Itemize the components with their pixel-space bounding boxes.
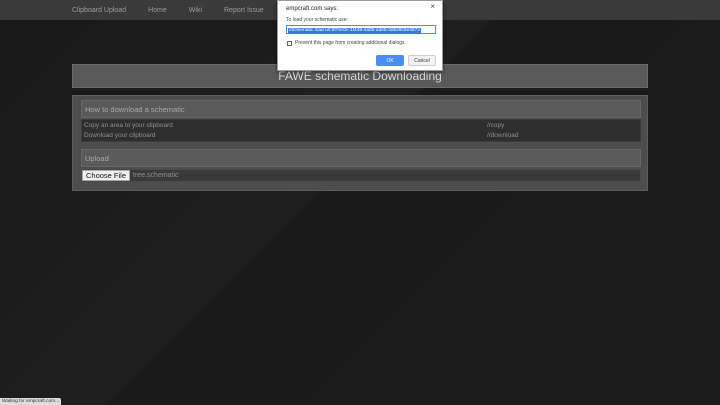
ok-button[interactable]: OK [376,55,404,66]
nav-report-issue[interactable]: Report Issue [224,7,264,14]
nav-clipboard-upload[interactable]: Clipboard Upload [72,7,126,14]
howto-heading: How to download a schematic [81,100,641,118]
content-panel: How to download a schematic Copy an area… [72,95,648,191]
selected-file-name: tree.schematic [133,172,179,179]
prevent-dialogs-checkbox-row[interactable]: Prevent this page from creating addition… [287,40,406,46]
howto-step-command: //download [487,132,519,139]
upload-heading: Upload [81,149,641,167]
nav-wiki[interactable]: Wiki [189,7,202,14]
list-item: Copy an area to your clipboard //copy [84,121,638,131]
dialog-input-selected-text: //schematic load url:9f7ec0c-1f449-4a05-… [288,28,421,34]
status-bar: Waiting for empcraft.com... [0,398,62,405]
list-item: Download your clipboard //download [84,131,638,141]
prevent-dialogs-checkbox[interactable] [287,40,292,46]
close-icon[interactable]: × [430,3,435,11]
howto-step-command: //copy [487,122,505,129]
prompt-dialog: empcraft.com says: × To load your schema… [277,0,443,71]
howto-step-label: Copy an area to your clipboard [84,122,173,129]
cancel-button[interactable]: Cancel [408,55,436,66]
upload-field: Choose File tree.schematic [81,169,641,182]
choose-file-button[interactable]: Choose File [82,170,131,181]
howto-step-label: Download your clipboard [84,132,156,139]
dialog-message: To load your schematic use: [286,17,348,23]
prevent-dialogs-label: Prevent this page from creating addition… [295,40,406,46]
dialog-text-input[interactable]: //schematic load url:9f7ec0c-1f449-4a05-… [286,25,436,34]
dialog-title: empcraft.com says: [286,6,339,12]
howto-list: Copy an area to your clipboard //copy Do… [81,119,641,142]
nav-home[interactable]: Home [148,7,167,14]
